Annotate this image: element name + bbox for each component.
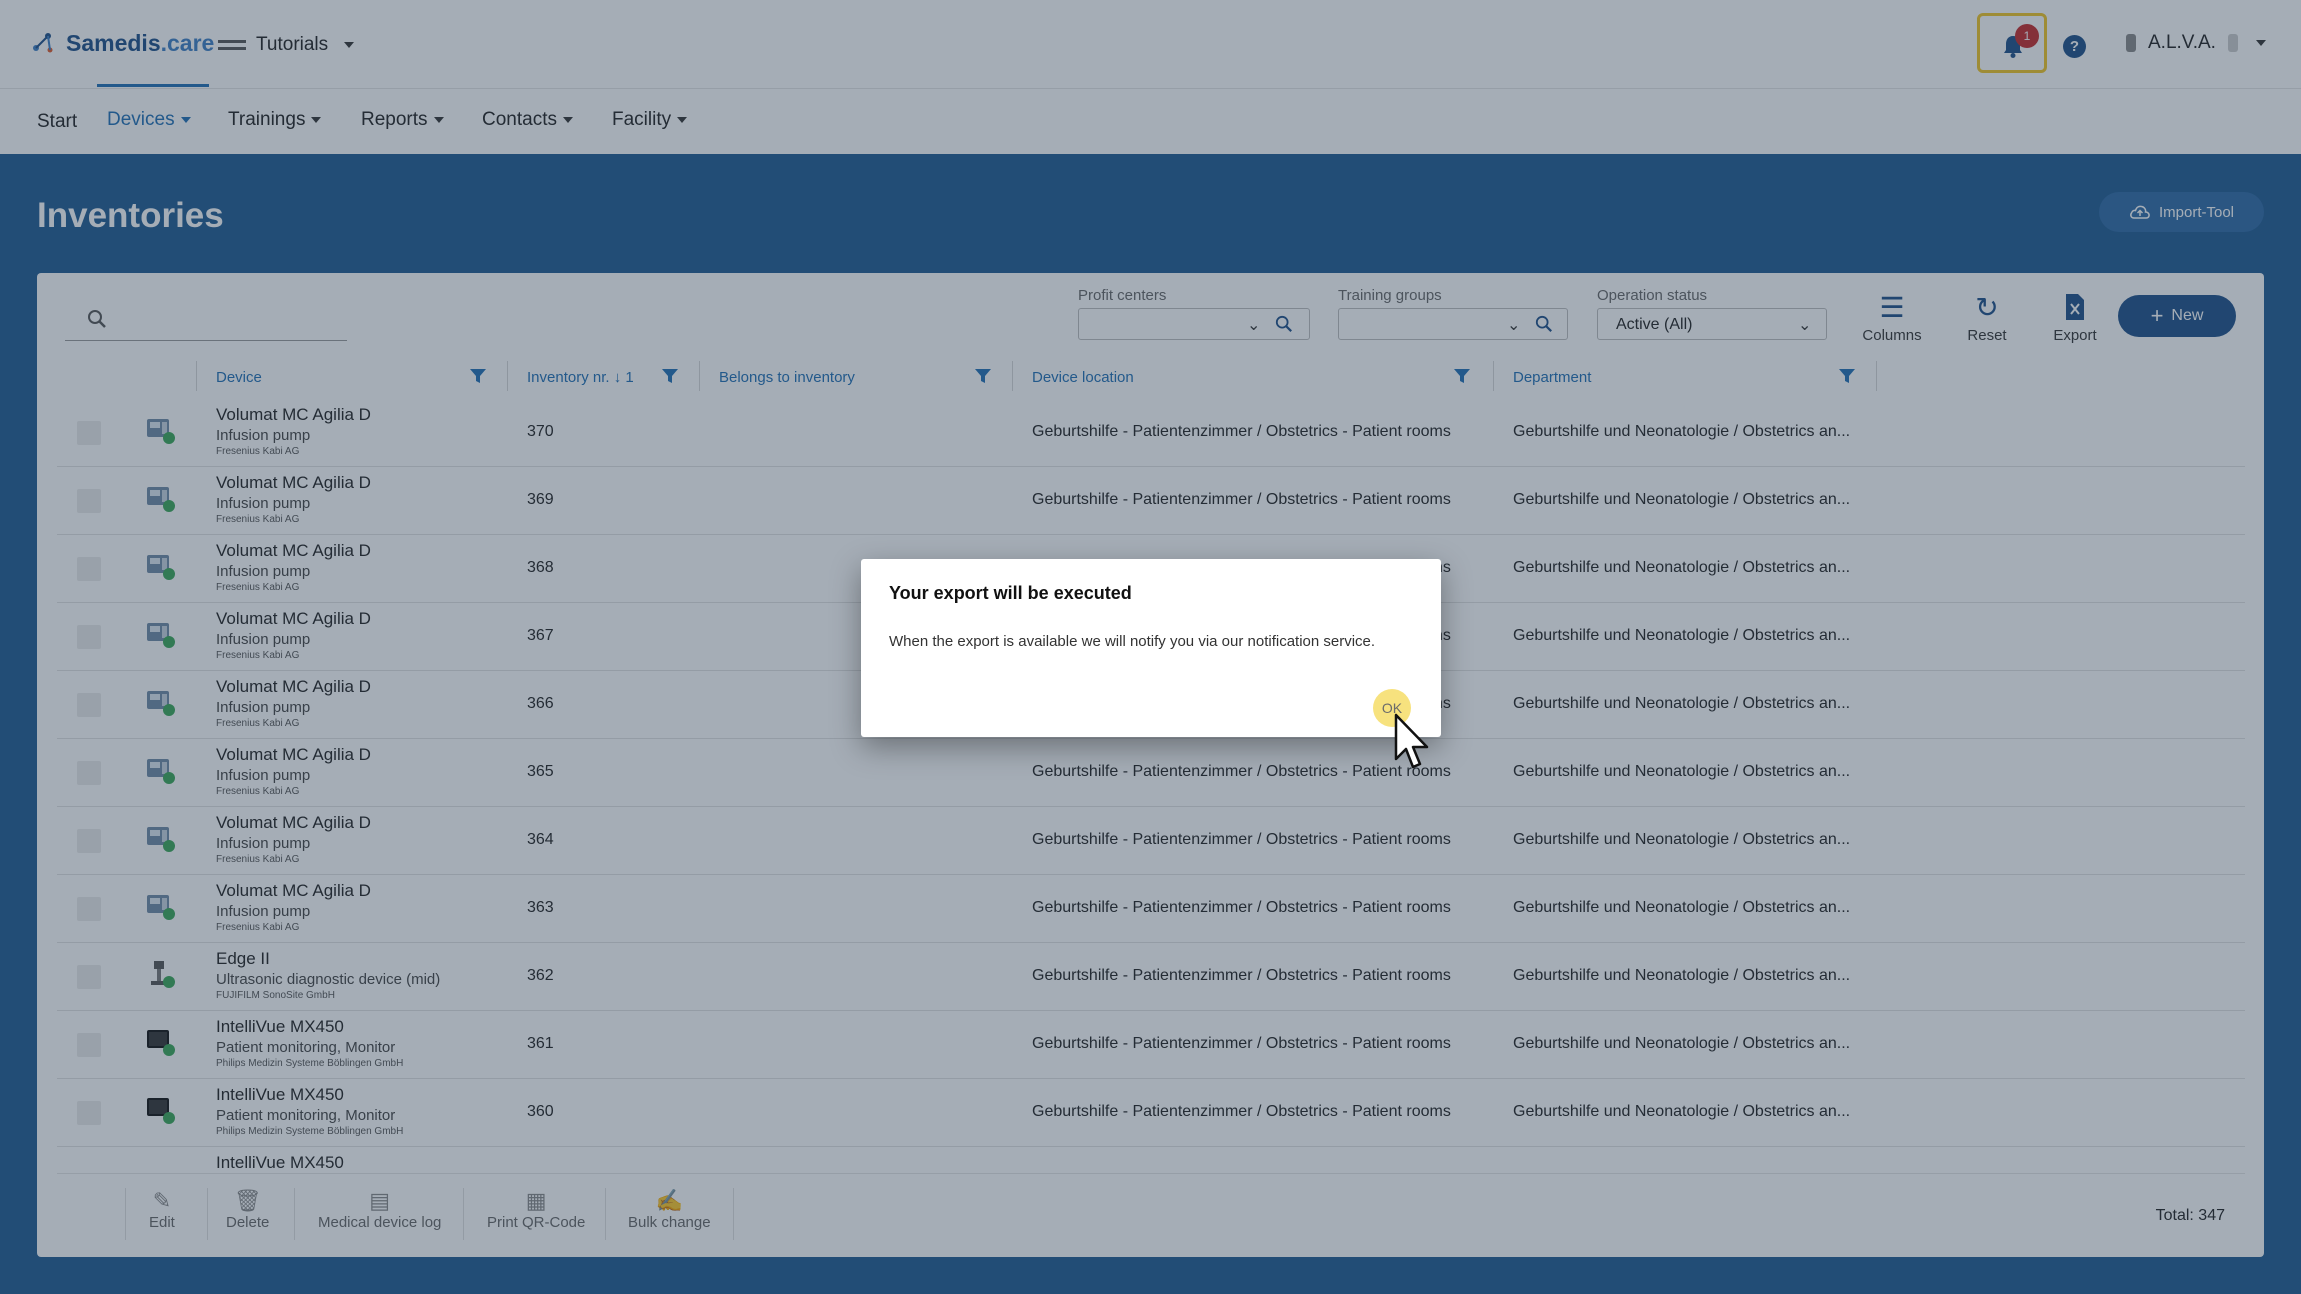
mouse-cursor-icon (1394, 713, 1429, 769)
dialog-title: Your export will be executed (889, 583, 1132, 603)
export-dialog: Your export will be executed When the ex… (861, 559, 1441, 737)
dialog-message: When the export is available we will not… (889, 633, 1376, 650)
